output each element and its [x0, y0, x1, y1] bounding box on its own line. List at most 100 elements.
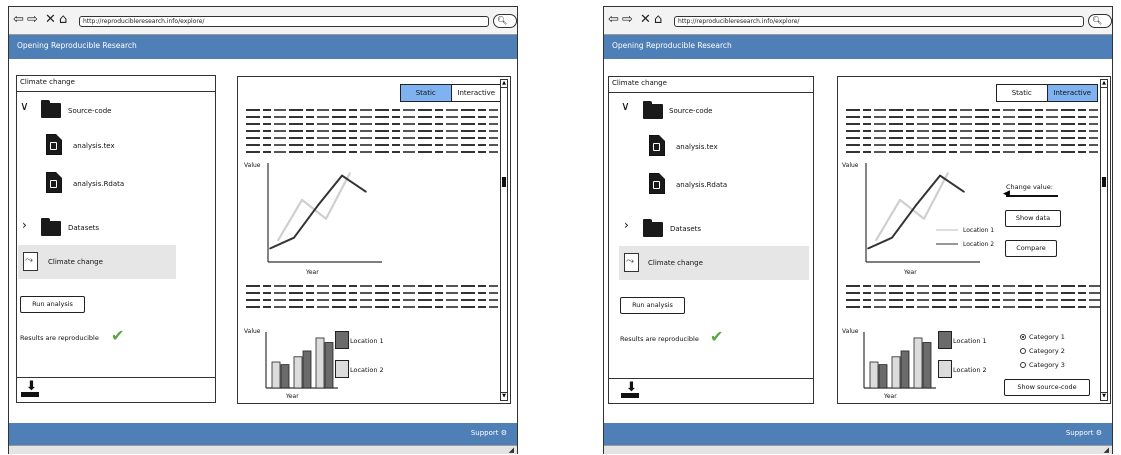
- line-series-2: [277, 172, 351, 241]
- tree-item-analysis-tex[interactable]: analysis.tex: [73, 142, 115, 150]
- line-point-1-5: [365, 191, 367, 193]
- forward-icon[interactable]: ⇨: [27, 13, 38, 27]
- file-icon: [46, 172, 62, 193]
- divider: [609, 92, 813, 93]
- tree-item-datasets[interactable]: Datasets: [670, 225, 701, 233]
- bar-location-2-3: [315, 337, 325, 389]
- tree-item-analysis-rdata[interactable]: analysis.Rdata: [676, 181, 727, 189]
- radio-icon: [1020, 362, 1026, 368]
- home-icon[interactable]: ⌂: [59, 13, 67, 27]
- show-data-button[interactable]: Show data: [1005, 210, 1061, 227]
- toggle-static[interactable]: Static: [997, 85, 1047, 101]
- download-icon[interactable]: ⬇: [21, 380, 41, 398]
- bar-location-2-3: [913, 337, 923, 389]
- support-link[interactable]: Support ⚙: [471, 429, 507, 437]
- back-icon[interactable]: ⇦: [13, 13, 24, 27]
- show-source-code-button[interactable]: Show source-code: [1004, 379, 1090, 396]
- line-point-2-4: [947, 172, 949, 174]
- back-icon[interactable]: ⇦: [608, 13, 619, 27]
- status-bar: ◢: [604, 445, 1112, 454]
- resize-icon[interactable]: ◢: [1104, 446, 1109, 454]
- line-point-2-4: [349, 172, 351, 174]
- tree-item-source-code[interactable]: Source-code: [68, 107, 111, 115]
- file-icon: [649, 135, 665, 156]
- legend-swatch-location-2: [335, 360, 349, 378]
- divider: [17, 91, 215, 92]
- file-icon: [46, 134, 62, 155]
- app-title: Opening Reproducible Research: [612, 41, 732, 50]
- line-point-1-2: [293, 236, 295, 239]
- toggle-interactive[interactable]: Interactive: [1046, 85, 1097, 101]
- scrollbar[interactable]: ▲ ▼: [500, 79, 508, 401]
- radio-category-1[interactable]: Category 1: [1020, 333, 1065, 341]
- download-icon[interactable]: ⬇: [621, 381, 641, 399]
- run-analysis-button[interactable]: Run analysis: [20, 296, 85, 313]
- line-point-2-1: [875, 239, 877, 242]
- app-footer: Support ⚙: [604, 423, 1112, 445]
- project-title: Climate change: [20, 78, 75, 86]
- chevron-right-icon[interactable]: ›: [22, 218, 27, 232]
- bar-location-2-2: [891, 356, 901, 389]
- tree-item-analysis-rdata[interactable]: analysis.Rdata: [73, 180, 124, 188]
- chevron-right-icon[interactable]: ›: [624, 218, 629, 232]
- home-icon[interactable]: ⌂: [654, 13, 662, 27]
- tree-item-analysis-tex[interactable]: analysis.tex: [676, 143, 718, 151]
- bar-location-2-1: [869, 361, 879, 389]
- tree-item-climate-change[interactable]: ⤳ Climate change: [18, 245, 176, 279]
- bar-location-1-2: [900, 350, 910, 389]
- x-axis-label: Year: [285, 393, 299, 400]
- bar-location-2-2: [293, 356, 303, 389]
- document-viewer: Static Interactive Value Year Value Year…: [237, 76, 511, 404]
- mockup-interactive-view: ⇦ ⇨ ✕ ⌂ http://reproducibleresearch.info…: [603, 6, 1113, 454]
- value-slider[interactable]: [1006, 195, 1058, 197]
- radio-selected-icon: [1020, 334, 1026, 340]
- view-toggle[interactable]: Static Interactive: [400, 84, 502, 102]
- line-point-1-1: [867, 247, 869, 250]
- app-header: Opening Reproducible Research: [9, 35, 517, 59]
- paper-text-block: [846, 109, 1098, 158]
- tree-item-climate-change[interactable]: ⤳ Climate change: [619, 246, 809, 280]
- compare-button[interactable]: Compare: [1005, 240, 1057, 257]
- y-axis-label: Value: [244, 162, 261, 169]
- radio-category-3[interactable]: Category 3: [1020, 361, 1065, 369]
- check-icon: ✔: [710, 327, 724, 346]
- line-point-1-4: [341, 174, 343, 177]
- forward-icon[interactable]: ⇨: [622, 13, 633, 27]
- bar-location-1-3: [324, 342, 334, 389]
- file-browser-panel: Climate change ∨ Source-code analysis.te…: [608, 76, 814, 404]
- toggle-interactive[interactable]: Interactive: [450, 85, 502, 101]
- run-analysis-button[interactable]: Run analysis: [620, 297, 685, 314]
- tree-item-datasets[interactable]: Datasets: [68, 224, 99, 232]
- browser-toolbar: ⇦ ⇨ ✕ ⌂ http://reproducibleresearch.info…: [604, 7, 1112, 35]
- bar-location-1-1: [878, 364, 888, 389]
- radio-category-2[interactable]: Category 2: [1020, 347, 1065, 355]
- folder-icon: [643, 219, 663, 237]
- x-axis-label: Year: [883, 393, 897, 400]
- line-point-1-4: [939, 174, 941, 177]
- view-toggle[interactable]: Static Interactive: [996, 84, 1098, 102]
- url-bar[interactable]: http://reproducibleresearch.info/explore…: [79, 16, 489, 27]
- line-point-2-1: [277, 239, 279, 242]
- line-chart: Value Year Location 1 Location 2: [842, 162, 994, 276]
- legend-swatch-location-1: [938, 331, 952, 349]
- scrollbar[interactable]: ▲ ▼: [1100, 79, 1108, 401]
- line-point-1-3: [317, 204, 319, 207]
- chevron-down-icon[interactable]: ∨: [20, 99, 29, 113]
- toggle-static[interactable]: Static: [401, 85, 451, 101]
- close-icon[interactable]: ✕: [640, 13, 651, 27]
- support-link[interactable]: Support ⚙: [1066, 429, 1102, 437]
- radio-icon: [1020, 348, 1026, 354]
- x-axis-label: Year: [903, 269, 917, 276]
- line-point-2-3: [325, 218, 327, 220]
- project-title: Climate change: [612, 79, 667, 87]
- chevron-down-icon[interactable]: ∨: [621, 99, 630, 113]
- close-icon[interactable]: ✕: [45, 13, 56, 27]
- url-bar[interactable]: http://reproducibleresearch.info/explore…: [674, 16, 1084, 27]
- resize-icon[interactable]: ◢: [509, 446, 514, 454]
- search-field[interactable]: 🔍︎: [1088, 14, 1112, 28]
- tree-item-source-code[interactable]: Source-code: [669, 107, 712, 115]
- pdf-icon: ⤳: [23, 252, 38, 271]
- arrow-left-icon[interactable]: ◀: [1003, 190, 1010, 199]
- bar-location-1-2: [302, 350, 312, 389]
- search-field[interactable]: 🔍︎: [493, 14, 517, 28]
